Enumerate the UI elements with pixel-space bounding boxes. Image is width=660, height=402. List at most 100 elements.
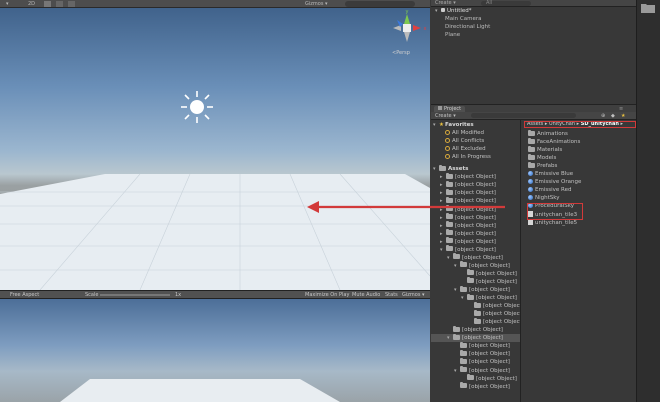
tree-folder-item[interactable]: [object Object] <box>431 301 521 310</box>
breadcrumb-item[interactable]: Assets <box>527 122 543 127</box>
tree-folder-item[interactable]: ▾ [object Object] <box>431 333 520 343</box>
tree-item-label: [object Object] <box>455 190 496 197</box>
shading-mode-dropdown[interactable]: ▾ <box>6 0 9 8</box>
tree-folder-item[interactable]: [object Object] <box>431 382 520 391</box>
tree-folder-item[interactable]: [object Object] <box>431 277 520 286</box>
project-create-dropdown[interactable]: Create ▾ <box>435 112 456 120</box>
scene-search-input[interactable] <box>345 1 415 7</box>
audio-toggle[interactable] <box>56 1 63 7</box>
hierarchy-item[interactable]: Main Camera <box>445 16 481 22</box>
tree-item-label: All Modified <box>452 130 485 137</box>
folder-icon <box>453 333 460 340</box>
file-label: Emissive Orange <box>535 179 582 186</box>
tree-folder-item[interactable]: [object Object] <box>431 349 520 358</box>
folder-icon <box>446 221 453 228</box>
project-search-input[interactable] <box>471 113 576 118</box>
tree-folder-item[interactable]: ▸ [object Object] <box>431 237 520 246</box>
hierarchy-scene-root[interactable]: ▾ Untitled* <box>435 8 472 14</box>
project-tabbar: Project ≡ <box>431 104 636 113</box>
folder-icon[interactable] <box>641 3 655 13</box>
tree-folder-item[interactable]: [object Object] <box>431 269 520 278</box>
tree-folder-item[interactable]: ▾ [object Object] <box>431 261 520 270</box>
maximize-on-play-toggle[interactable]: Maximize On Play <box>305 291 349 299</box>
hierarchy-search-filter[interactable]: All <box>486 0 492 7</box>
file-list-item[interactable]: NightSky <box>528 194 560 202</box>
favorite-item[interactable]: All In Progress <box>431 153 520 161</box>
favorite-item[interactable]: All Conflicts <box>431 137 520 145</box>
aspect-dropdown[interactable]: Free Aspect <box>10 291 39 299</box>
tree-item-label: [object Object] <box>476 375 517 382</box>
mute-audio-toggle[interactable]: Mute Audio <box>352 291 380 299</box>
file-list-item[interactable]: Emissive Red <box>528 186 571 194</box>
tree-folder-item[interactable]: ▾ [object Object] <box>431 366 520 375</box>
tree-item-label: [object Object] <box>483 311 521 318</box>
file-list-item[interactable]: Prefabs <box>528 161 557 170</box>
tree-item-label: [object Object] <box>469 262 510 269</box>
favorites-header[interactable]: ▾ ★Favorites <box>431 121 520 129</box>
scale-slider[interactable] <box>100 294 170 296</box>
search-by-label-icon[interactable]: ◆ <box>611 112 615 120</box>
file-label: Emissive Blue <box>535 171 574 178</box>
search-by-type-icon[interactable]: ⊕ <box>601 112 605 120</box>
folder-icon <box>460 285 467 292</box>
favorite-search-icon[interactable]: ★ <box>621 112 625 120</box>
game-toolbar: Free Aspect Scale 1x Maximize On Play Mu… <box>0 290 430 299</box>
folder-icon <box>460 382 467 389</box>
tree-folder-item[interactable]: [object Object] <box>431 341 520 350</box>
tree-folder-item[interactable]: ▸ [object Object] <box>431 213 520 222</box>
tree-folder-item[interactable]: ▸ [object Object] <box>431 188 520 197</box>
folder-icon <box>474 317 481 324</box>
scene-view[interactable]: y x <Persp <box>0 0 430 290</box>
tree-folder-item[interactable]: ▸ [object Object] <box>431 221 520 230</box>
file-list-item[interactable]: FaceAnimations <box>528 137 580 146</box>
game-view[interactable] <box>0 299 430 402</box>
tree-item-label: [object Object] <box>455 238 496 245</box>
file-list-item[interactable]: Animations <box>528 129 568 138</box>
file-list-item[interactable]: Emissive Orange <box>528 178 581 186</box>
tree-folder-item[interactable]: ▾ [object Object] <box>431 293 520 302</box>
folder-icon <box>453 325 460 332</box>
tree-folder-item[interactable]: ▾ [object Object] <box>431 253 520 262</box>
tree-item-label: [object Object] <box>483 303 521 310</box>
2d-toggle[interactable]: 2D <box>28 0 35 8</box>
tree-folder-item[interactable]: ▸ [object Object] <box>431 229 520 238</box>
folder-icon <box>460 261 467 268</box>
game-gizmos-dropdown[interactable]: Gizmos ▾ <box>402 291 425 299</box>
tree-folder-item[interactable]: [object Object] <box>431 317 520 326</box>
tree-folder-item[interactable]: [object Object] <box>431 357 520 366</box>
file-list-item[interactable]: Models <box>528 153 556 162</box>
tree-folder-item[interactable]: [object Object] <box>431 309 521 318</box>
file-list-item[interactable]: Materials <box>528 145 562 154</box>
tree-folder-item[interactable]: ▸ [object Object] <box>431 172 520 181</box>
hierarchy-item[interactable]: Directional Light <box>445 24 490 30</box>
tree-item-label: Favorites <box>444 122 474 128</box>
perspective-label[interactable]: <Persp <box>392 50 410 56</box>
favorite-item[interactable]: All Modified <box>431 129 520 137</box>
tree-assets-root[interactable]: ▾ Assets <box>431 164 520 173</box>
drag-arrow-annotation <box>307 201 505 213</box>
gizmos-dropdown[interactable]: Gizmos ▾ <box>305 0 328 8</box>
tree-folder-item[interactable]: ▸ [object Object] <box>431 180 520 189</box>
stats-toggle[interactable]: Stats <box>385 291 398 299</box>
hierarchy-item[interactable]: Plane <box>445 32 460 38</box>
file-list-item[interactable]: Emissive Blue <box>528 170 573 178</box>
highlight-box <box>527 203 583 220</box>
directional-light-icon[interactable] <box>180 90 214 124</box>
folder-icon <box>474 309 481 316</box>
lighting-toggle[interactable] <box>44 1 51 7</box>
scene-toolbar: ▾ 2D Gizmos ▾ <box>0 0 430 8</box>
breadcrumb-item[interactable]: UnityChan <box>549 122 575 127</box>
tree-folder-item[interactable]: [object Object] <box>431 374 520 383</box>
tree-folder-item[interactable]: ▾ [object Object] <box>431 245 520 254</box>
scene-plane[interactable] <box>0 166 430 290</box>
effects-toggle[interactable] <box>68 1 75 7</box>
tree-folder-item[interactable]: ▾ [object Object] <box>431 285 520 294</box>
folder-icon <box>446 188 453 195</box>
breadcrumb-current[interactable]: SD_unitychan <box>581 122 619 127</box>
tree-item-label: [object Object] <box>455 182 496 189</box>
tree-item-label: [object Object] <box>476 278 517 285</box>
favorite-item[interactable]: All Excluded <box>431 145 520 153</box>
hierarchy-create-dropdown[interactable]: Create ▾ <box>435 0 456 7</box>
tree-folder-item[interactable]: [object Object] <box>431 325 520 334</box>
material-sphere-icon <box>528 170 533 176</box>
